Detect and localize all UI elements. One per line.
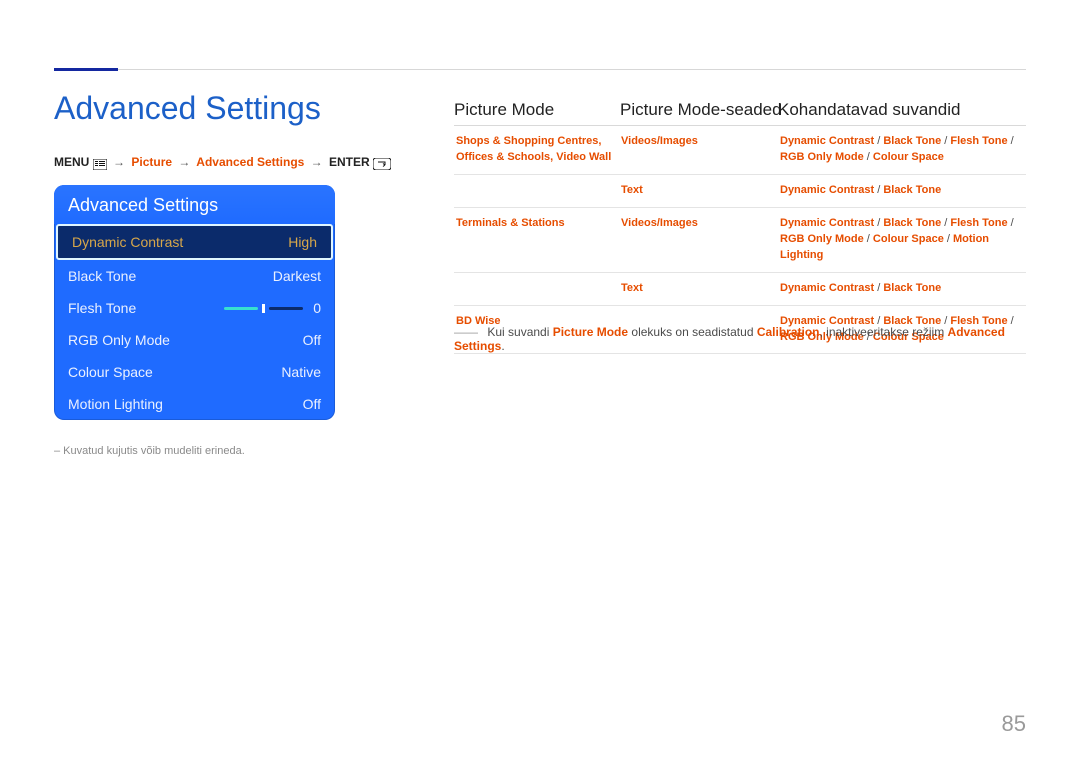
column-header-kohandatavad-suvandid: Kohandatavad suvandid bbox=[778, 100, 960, 120]
cell-picture-mode bbox=[454, 175, 619, 207]
top-divider bbox=[54, 69, 1026, 70]
osd-caption: – Kuvatud kujutis võib mudeliti erineda. bbox=[54, 445, 245, 457]
osd-row-label: Dynamic Contrast bbox=[72, 234, 183, 250]
osd-row[interactable]: Flesh Tone 0 bbox=[54, 292, 335, 324]
breadcrumb-crumb: Picture bbox=[131, 155, 172, 169]
osd-row[interactable]: Black Tone Darkest bbox=[54, 260, 335, 292]
cell-options: Dynamic Contrast / Black Tone / Flesh To… bbox=[778, 126, 1026, 174]
osd-row-label: RGB Only Mode bbox=[68, 332, 170, 348]
breadcrumb-arrow: → bbox=[178, 155, 190, 169]
osd-row-label: Motion Lighting bbox=[68, 396, 163, 412]
accent-bar bbox=[54, 68, 118, 71]
footnote-text: , inaktiveeritakse režiim bbox=[820, 325, 948, 339]
osd-panel: Advanced Settings Dynamic Contrast High Bl… bbox=[54, 185, 335, 420]
breadcrumb-arrow: → bbox=[113, 155, 125, 169]
breadcrumb: MENU → Picture → Advanced Settings → ENT… bbox=[54, 155, 391, 170]
footnote-dash: ―― bbox=[454, 325, 478, 339]
breadcrumb-arrow: → bbox=[311, 155, 323, 169]
osd-row[interactable]: Motion Lighting Off bbox=[54, 388, 335, 420]
footnote-text: olekuks on seadistatud bbox=[628, 325, 757, 339]
cell-picture-mode bbox=[454, 273, 619, 305]
manual-page: Advanced Settings MENU → Picture → Advan… bbox=[0, 0, 1080, 763]
breadcrumb-enter-label: ENTER bbox=[329, 155, 370, 169]
osd-row-value: Native bbox=[281, 364, 321, 380]
osd-row[interactable]: RGB Only Mode Off bbox=[54, 324, 335, 356]
cell-picture-mode-seaded: Text bbox=[619, 175, 778, 207]
table-row: TextDynamic Contrast / Black Tone bbox=[454, 175, 1026, 208]
footnote-em: Picture Mode bbox=[553, 325, 628, 339]
column-header-picture-mode-seaded: Picture Mode-seaded bbox=[620, 100, 782, 120]
osd-row-value: High bbox=[288, 234, 317, 250]
cell-options: Dynamic Contrast / Black Tone bbox=[778, 273, 1026, 305]
footnote-text: . bbox=[501, 339, 504, 353]
cell-picture-mode-seaded: Videos/Images bbox=[619, 208, 778, 272]
table-row: Terminals & StationsVideos/ImagesDynamic… bbox=[454, 208, 1026, 273]
column-header-picture-mode: Picture Mode bbox=[454, 100, 554, 120]
table-row: Shops & Shopping Centres, Offices & Scho… bbox=[454, 126, 1026, 175]
enter-icon bbox=[373, 156, 391, 170]
menu-icon bbox=[93, 156, 107, 170]
breadcrumb-menu-label: MENU bbox=[54, 155, 89, 169]
options-table: Shops & Shopping Centres, Offices & Scho… bbox=[454, 126, 1026, 354]
page-title: Advanced Settings bbox=[54, 90, 321, 127]
cell-picture-mode: Shops & Shopping Centres, Offices & Scho… bbox=[454, 126, 619, 174]
table-row: TextDynamic Contrast / Black Tone bbox=[454, 273, 1026, 306]
osd-row[interactable]: Dynamic Contrast High bbox=[56, 224, 333, 260]
footnote-text: Kui suvandi bbox=[487, 325, 552, 339]
footnote-em: Calibration bbox=[757, 325, 820, 339]
osd-row-value: 0 bbox=[313, 300, 321, 316]
slider-icon bbox=[224, 304, 303, 313]
cell-options: Dynamic Contrast / Black Tone / Flesh To… bbox=[778, 208, 1026, 272]
cell-picture-mode: Terminals & Stations bbox=[454, 208, 619, 272]
osd-row-value: Darkest bbox=[273, 268, 321, 284]
osd-row-label: Black Tone bbox=[68, 268, 136, 284]
osd-row[interactable]: Colour Space Native bbox=[54, 356, 335, 388]
osd-row-value: Off bbox=[303, 396, 321, 412]
cell-picture-mode-seaded: Text bbox=[619, 273, 778, 305]
osd-row-label: Colour Space bbox=[68, 364, 153, 380]
breadcrumb-crumb: Advanced Settings bbox=[196, 155, 304, 169]
osd-row-label: Flesh Tone bbox=[68, 300, 136, 316]
footnote: ―― Kui suvandi Picture Mode olekuks on s… bbox=[454, 325, 1026, 353]
cell-picture-mode-seaded: Videos/Images bbox=[619, 126, 778, 174]
osd-row-value: Off bbox=[303, 332, 321, 348]
cell-options: Dynamic Contrast / Black Tone bbox=[778, 175, 1026, 207]
page-number: 85 bbox=[1002, 711, 1026, 737]
osd-title: Advanced Settings bbox=[54, 185, 335, 224]
